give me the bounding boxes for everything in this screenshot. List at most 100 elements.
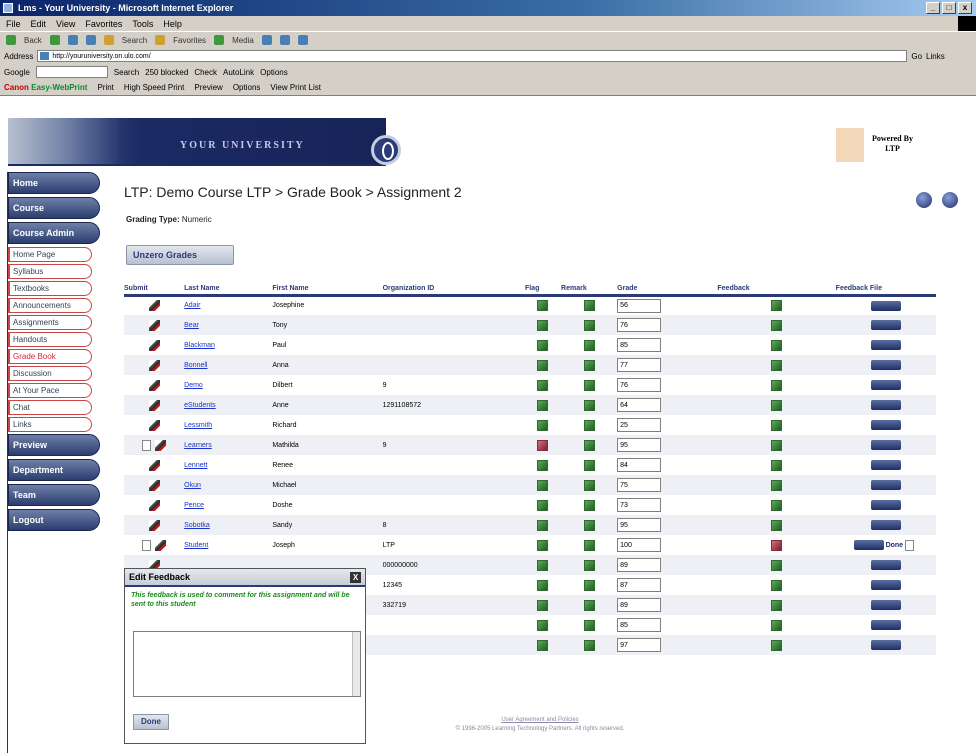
student-last-name-link[interactable]: eStudents <box>184 402 216 409</box>
flag-note-icon[interactable] <box>537 439 549 451</box>
menu-help[interactable]: Help <box>163 19 182 29</box>
grade-input[interactable] <box>617 558 662 572</box>
help-icon[interactable] <box>916 192 932 208</box>
edit-submission-icon[interactable] <box>148 479 160 491</box>
grade-input[interactable] <box>617 438 662 452</box>
upload-feedback-file-button[interactable] <box>870 480 901 490</box>
upload-feedback-file-button[interactable] <box>870 520 901 530</box>
address-input[interactable]: http://youruniversity.on.ulo.com/ <box>37 50 908 62</box>
remark-note-icon[interactable] <box>583 399 595 411</box>
flag-note-icon[interactable] <box>537 579 549 591</box>
links-button[interactable]: Links <box>926 52 945 61</box>
upload-feedback-file-button[interactable] <box>853 540 884 550</box>
remark-note-icon[interactable] <box>583 579 595 591</box>
edit-submission-icon[interactable] <box>148 359 160 371</box>
edit-submission-icon[interactable] <box>148 379 160 391</box>
upload-feedback-file-button[interactable] <box>870 300 901 311</box>
edit-submission-icon[interactable] <box>148 300 160 312</box>
back-button[interactable]: Back <box>24 36 42 45</box>
flag-note-icon[interactable] <box>537 419 549 431</box>
col-organization-id[interactable]: Organization ID <box>382 285 525 297</box>
grade-input[interactable] <box>617 338 662 352</box>
grade-input[interactable] <box>617 478 662 492</box>
media-icon[interactable] <box>214 35 225 45</box>
feedback-scrollbar[interactable] <box>352 632 360 696</box>
feedback-note-icon[interactable] <box>771 339 783 351</box>
student-last-name-link[interactable]: Bonnell <box>184 362 207 369</box>
flag-note-icon[interactable] <box>537 479 549 491</box>
menu-view[interactable]: View <box>56 19 75 29</box>
nav-team[interactable]: Team <box>8 484 100 506</box>
student-last-name-link[interactable]: Pence <box>184 502 204 509</box>
grade-input[interactable] <box>617 538 662 552</box>
edit-feedback-titlebar[interactable]: Edit Feedback X <box>125 569 365 587</box>
nav-item-assignments[interactable]: Assignments <box>8 315 92 330</box>
feedback-file-icon[interactable] <box>905 539 915 551</box>
upload-feedback-file-button[interactable] <box>870 460 901 470</box>
upload-feedback-file-button[interactable] <box>870 360 901 370</box>
feedback-done-button[interactable]: Done <box>133 714 169 730</box>
grade-input[interactable] <box>617 638 662 652</box>
flag-note-icon[interactable] <box>537 339 549 351</box>
upload-feedback-file-button[interactable] <box>870 320 901 330</box>
unzero-grades-button[interactable]: Unzero Grades <box>126 245 234 265</box>
grade-input[interactable] <box>617 398 662 412</box>
search-button[interactable]: Search <box>122 36 147 45</box>
flag-note-icon[interactable] <box>537 499 549 511</box>
student-last-name-link[interactable]: Sobotka <box>184 522 210 529</box>
close-icon[interactable]: X <box>350 572 361 583</box>
edit-submission-icon[interactable] <box>148 519 160 531</box>
flag-note-icon[interactable] <box>537 619 549 631</box>
nav-item-links[interactable]: Links <box>8 417 92 432</box>
feedback-note-icon[interactable] <box>771 559 783 571</box>
grade-input[interactable] <box>617 458 662 472</box>
remark-note-icon[interactable] <box>583 599 595 611</box>
refresh-icon[interactable] <box>85 35 96 45</box>
favorites-button[interactable]: Favorites <box>173 36 206 45</box>
spell-check-button[interactable]: Check <box>194 68 217 77</box>
remark-note-icon[interactable] <box>583 459 595 471</box>
remark-note-icon[interactable] <box>583 499 595 511</box>
stop-icon[interactable] <box>67 35 78 45</box>
col-last-name[interactable]: Last Name <box>184 285 273 297</box>
easy-webprint-label[interactable]: Easy-WebPrint <box>31 83 87 92</box>
flag-note-icon[interactable] <box>537 319 549 331</box>
upload-feedback-file-button[interactable] <box>870 580 901 590</box>
grade-input[interactable] <box>617 318 662 332</box>
google-search-button[interactable]: Search <box>114 68 139 77</box>
feedback-note-icon[interactable] <box>771 319 783 331</box>
nav-course[interactable]: Course <box>8 197 100 219</box>
col-first-name[interactable]: First Name <box>272 285 383 297</box>
grade-input[interactable] <box>617 378 662 392</box>
document-icon[interactable] <box>142 539 152 551</box>
nav-item-at-your-pace[interactable]: At Your Pace <box>8 383 92 398</box>
edit-submission-icon[interactable] <box>148 319 160 331</box>
edit-submission-icon[interactable] <box>148 339 160 351</box>
nav-item-textbooks[interactable]: Textbooks <box>8 281 92 296</box>
grade-input[interactable] <box>617 358 662 372</box>
upload-feedback-file-button[interactable] <box>870 400 901 410</box>
media-button[interactable]: Media <box>232 36 254 45</box>
mail-icon[interactable] <box>279 35 290 45</box>
nav-item-discussion[interactable]: Discussion <box>8 366 92 381</box>
grade-input[interactable] <box>617 498 662 512</box>
edit-submission-icon[interactable] <box>148 419 160 431</box>
grade-input[interactable] <box>617 578 662 592</box>
high-speed-print-button[interactable]: High Speed Print <box>124 83 184 92</box>
feedback-note-icon[interactable] <box>771 459 783 471</box>
user-agreement-link[interactable]: User Agreement and Policies <box>390 716 690 725</box>
home-icon[interactable] <box>103 35 114 45</box>
feedback-note-icon[interactable] <box>771 419 783 431</box>
feedback-note-icon[interactable] <box>771 499 783 511</box>
feedback-note-icon[interactable] <box>771 359 783 371</box>
feedback-note-icon[interactable] <box>771 399 783 411</box>
upload-feedback-file-button[interactable] <box>870 620 901 630</box>
grade-input[interactable] <box>617 298 662 313</box>
upload-feedback-file-button[interactable] <box>870 440 901 450</box>
student-last-name-link[interactable]: Learners <box>184 442 212 449</box>
menu-favorites[interactable]: Favorites <box>85 19 122 29</box>
feedback-textarea[interactable] <box>133 631 361 697</box>
autolink-button[interactable]: AutoLink <box>223 68 254 77</box>
print-icon[interactable] <box>297 35 308 45</box>
col-submit[interactable]: Submit <box>124 285 185 297</box>
